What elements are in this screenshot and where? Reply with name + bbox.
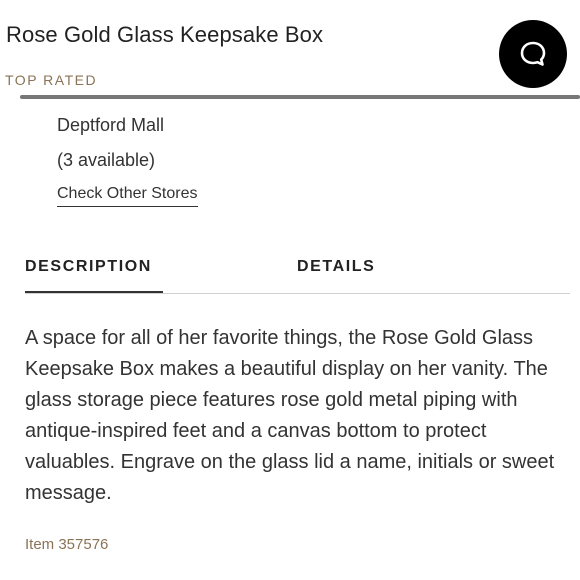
chat-bubble-icon bbox=[520, 41, 546, 66]
store-name: Deptford Mall bbox=[57, 115, 165, 135]
chat-button[interactable] bbox=[499, 20, 567, 88]
check-other-stores-link[interactable]: Check Other Stores bbox=[57, 184, 198, 207]
tab-details[interactable]: DETAILS bbox=[297, 258, 375, 276]
product-title: Rose Gold Glass Keepsake Box bbox=[6, 22, 324, 47]
top-rated-badge: TOP RATED bbox=[5, 72, 98, 88]
tabs-divider bbox=[25, 293, 570, 294]
availability-count: (3 available) bbox=[57, 150, 156, 170]
product-tabs: DESCRIPTION DETAILS bbox=[25, 250, 570, 296]
header-divider bbox=[20, 95, 580, 99]
item-number: Item 357576 bbox=[25, 536, 109, 553]
tab-description[interactable]: DESCRIPTION bbox=[25, 258, 152, 276]
product-header: Rose Gold Glass Keepsake Box TOP RATED bbox=[0, 0, 580, 100]
store-availability: Deptford Mall (3 available) Check Other … bbox=[57, 112, 198, 207]
product-description: A space for all of her favorite things, … bbox=[25, 327, 555, 504]
